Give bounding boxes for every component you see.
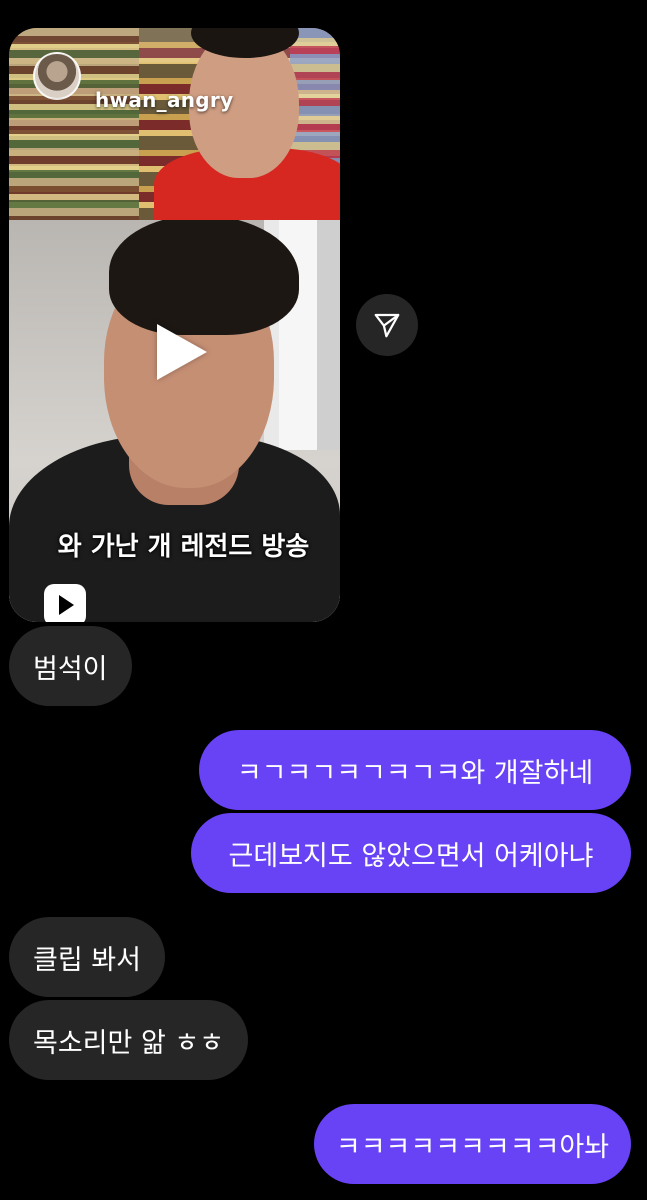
message-sent[interactable]: 근데보지도 않았으면서 어케아냐 [191, 813, 631, 893]
shared-reel-card[interactable]: hwan_angry 와 가난 개 레전드 방송 [9, 28, 340, 622]
message-sent[interactable]: ㅋㅋㅋㅋㅋㅋㅋㅋㅋ아놔 [314, 1104, 631, 1184]
reels-icon [44, 584, 86, 622]
play-icon[interactable] [157, 324, 207, 380]
message-received[interactable]: 범석이 [9, 626, 132, 706]
reel-author-username[interactable]: hwan_angry [95, 88, 233, 112]
reel-person-top [154, 28, 340, 220]
reel-author-avatar[interactable] [33, 52, 81, 100]
message-received[interactable]: 목소리만 앎 ㅎㅎ [9, 1000, 249, 1080]
store-shelf-left [9, 28, 139, 220]
reel-caption: 와 가난 개 레전드 방송 [57, 532, 310, 562]
message-received[interactable]: 클립 봐서 [9, 917, 165, 997]
share-button[interactable] [356, 294, 418, 356]
send-icon [374, 313, 400, 338]
message-sent[interactable]: ㅋㄱㅋㄱㅋㄱㅋㄱㅋ와 개잘하네 [199, 730, 631, 810]
person-hair-main [109, 220, 299, 335]
